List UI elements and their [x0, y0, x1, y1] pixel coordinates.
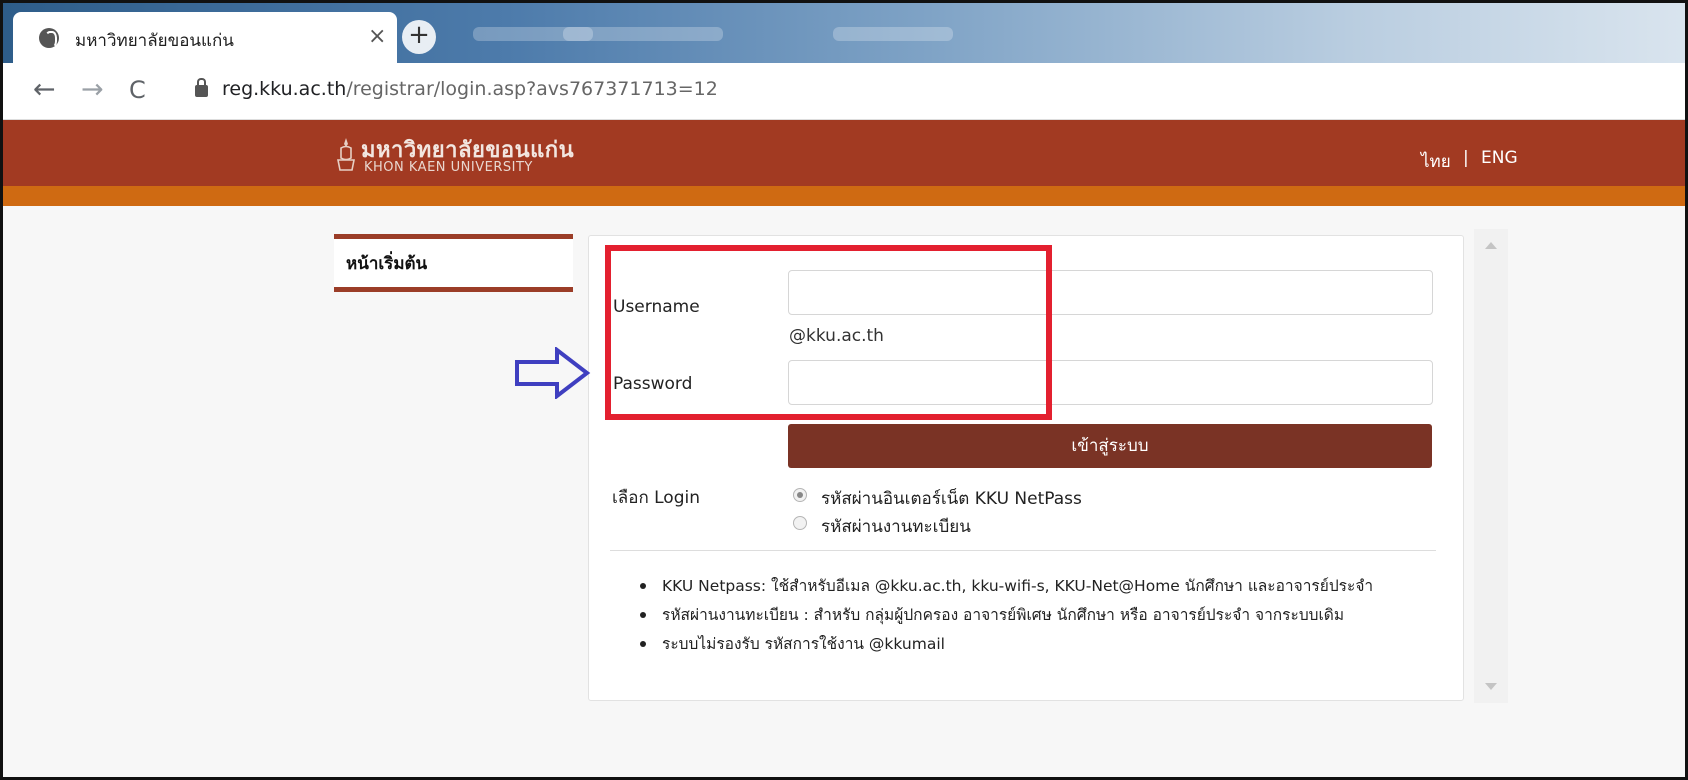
background-tab[interactable] [563, 27, 723, 41]
language-thai-link[interactable]: ไทย [1421, 148, 1451, 175]
url-host: reg.kku.ac.th [222, 78, 347, 100]
radio-option-label: รหัสผ่านงานทะเบียน [821, 517, 971, 537]
close-tab-button[interactable]: × [368, 24, 386, 49]
reload-button[interactable]: C [129, 75, 146, 105]
address-bar[interactable]: reg.kku.ac.th/registrar/login.asp?avs767… [222, 78, 718, 100]
scroll-up-icon[interactable] [1485, 242, 1497, 249]
university-name-english: KHON KAEN UNIVERSITY [364, 160, 533, 175]
scrollbar[interactable] [1474, 229, 1508, 703]
browser-tabstrip: มหาวิทยาลัยขอนแก่น × + [3, 3, 1685, 64]
list-item: KKU Netpass: ใช้สำหรับอีเมล @kku.ac.th, … [640, 573, 1440, 602]
tab-title: มหาวิทยาลัยขอนแก่น [75, 31, 234, 51]
globe-icon [39, 28, 59, 48]
browser-navbar: ← → C reg.kku.ac.th/registrar/login.asp?… [3, 63, 1685, 120]
url-path: /registrar/login.asp?avs767371713=12 [346, 78, 718, 100]
sidebar-item-home[interactable]: หน้าเริ่มต้น [334, 234, 573, 292]
arrow-right-icon [515, 347, 591, 399]
browser-tab-active[interactable]: มหาวิทยาลัยขอนแก่น × [13, 12, 397, 64]
language-separator: | [1463, 148, 1469, 168]
background-tab[interactable] [833, 27, 953, 41]
back-button[interactable]: ← [33, 75, 56, 105]
login-choice-label: เลือก Login [612, 488, 700, 508]
scroll-down-icon[interactable] [1485, 683, 1497, 690]
header-accent-bar [3, 186, 1685, 206]
list-item: ระบบไม่รองรับ รหัสการใช้งาน @kkumail [640, 631, 1440, 660]
lock-icon[interactable] [195, 78, 208, 97]
university-logo-icon [337, 138, 355, 171]
new-tab-button[interactable]: + [402, 20, 436, 54]
login-button[interactable]: เข้าสู่ระบบ [788, 424, 1432, 468]
radio-button-checked[interactable] [793, 488, 807, 502]
divider [610, 550, 1436, 551]
site-header: มหาวิทยาลัยขอนแก่น KHON KAEN UNIVERSITY … [3, 120, 1685, 186]
language-english-link[interactable]: ENG [1481, 148, 1518, 168]
browser-window: มหาวิทยาลัยขอนแก่น × + ← → C reg.kku.ac.… [0, 0, 1688, 780]
notes-list: KKU Netpass: ใช้สำหรับอีเมล @kku.ac.th, … [640, 573, 1440, 660]
radio-option-label: รหัสผ่านอินเตอร์เน็ต KKU NetPass [821, 489, 1082, 509]
highlight-annotation-box [605, 245, 1052, 420]
radio-button[interactable] [793, 516, 807, 530]
list-item: รหัสผ่านงานทะเบียน : สำหรับ กลุ่มผู้ปกคร… [640, 602, 1440, 631]
sidebar-item-label: หน้าเริ่มต้น [346, 254, 428, 274]
forward-button[interactable]: → [81, 75, 104, 105]
